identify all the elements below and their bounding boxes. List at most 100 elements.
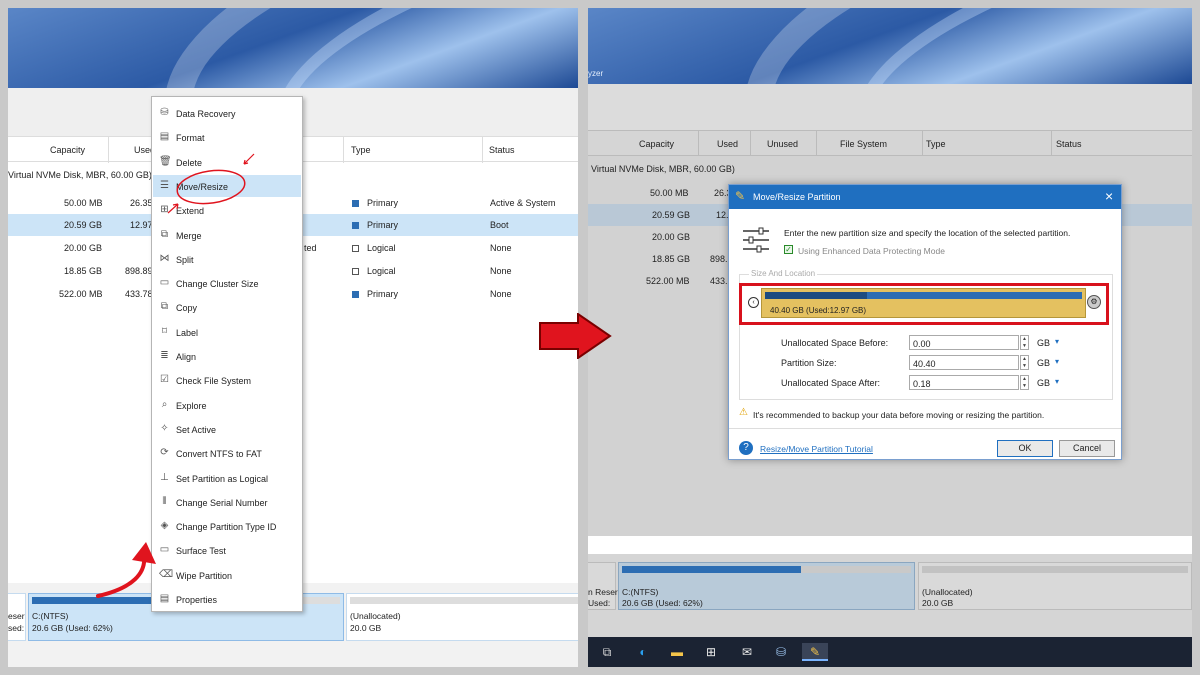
menu-item-convert[interactable]: ⟳ Convert NTFS to FAT bbox=[153, 442, 301, 464]
menu-item-set-active[interactable]: ✧ Set Active bbox=[153, 418, 301, 440]
status-cell: None bbox=[490, 243, 512, 253]
move-resize-dialog: ✎ Move/Resize Partition × Enter the new … bbox=[728, 184, 1122, 460]
disk-map-unallocated[interactable]: (Unallocated) 20.0 GB bbox=[346, 593, 578, 641]
toolbar-area bbox=[588, 84, 1192, 130]
partition-wizard-icon[interactable]: ✎ bbox=[802, 643, 828, 661]
unit-dropdown-icon[interactable]: ▾ bbox=[1055, 337, 1059, 346]
enhanced-mode-checkbox[interactable]: ✓ bbox=[784, 245, 793, 254]
menu-item-properties[interactable]: ▤ Properties bbox=[153, 588, 301, 610]
menu-item-label: Data Recovery bbox=[176, 109, 236, 119]
instruction-text: Enter the new partition size and specify… bbox=[784, 228, 1071, 238]
check-file-system-icon: ☑ bbox=[160, 374, 169, 386]
capacity-cell: 50.00 MB bbox=[64, 198, 103, 208]
partition-table-header: Capacity Used Unused File System Type St… bbox=[588, 130, 1192, 157]
menu-item-label: Set Partition as Logical bbox=[176, 473, 269, 484]
disk-map-c-partition[interactable]: C:(NTFS) 20.6 GB (Used: 62%) bbox=[618, 562, 915, 610]
column-capacity[interactable]: Capacity bbox=[50, 145, 85, 155]
left-screenshot: Capacity Used Type Status Virtual NVMe D… bbox=[8, 8, 578, 667]
menu-item-data-recovery[interactable]: ⛁ Data Recovery bbox=[153, 102, 301, 124]
capacity-cell: 20.00 GB bbox=[64, 243, 103, 253]
used-cell: 433.78 bbox=[125, 289, 153, 299]
help-icon[interactable]: ? bbox=[739, 441, 753, 455]
edge-icon[interactable]: ◐ bbox=[634, 643, 652, 661]
menu-item-label: Convert NTFS to FAT bbox=[176, 449, 262, 460]
capacity-cell: 20.59 GB bbox=[64, 220, 103, 230]
menu-item-explore[interactable]: ⌕ Explore bbox=[153, 394, 301, 416]
menu-item-wipe[interactable]: ⌫ Wipe Partition bbox=[153, 564, 301, 586]
menu-item-serial-number[interactable]: ⦀ Change Serial Number bbox=[153, 491, 301, 513]
close-icon[interactable]: × bbox=[1105, 188, 1113, 204]
dialog-title: Move/Resize Partition bbox=[753, 192, 841, 202]
transition-arrow-icon bbox=[539, 313, 612, 359]
column-file-system[interactable]: File System bbox=[840, 139, 887, 149]
tutorial-link[interactable]: Resize/Move Partition Tutorial bbox=[760, 444, 873, 454]
field-label: Partition Size: bbox=[781, 358, 837, 368]
disk-map-reserved[interactable]: n Reser Used: bbox=[588, 562, 618, 610]
field-label: Unallocated Space Before: bbox=[781, 338, 889, 348]
menu-item-type-id[interactable]: ◈ Change Partition Type ID bbox=[153, 515, 301, 537]
cancel-button[interactable]: Cancel bbox=[1059, 440, 1115, 457]
menu-item-format[interactable]: ▤ Format bbox=[153, 126, 301, 148]
disk-tool-icon[interactable]: ⛁ bbox=[772, 643, 790, 661]
checkbox-label: Using Enhanced Data Protecting Mode bbox=[798, 246, 945, 256]
column-used[interactable]: Used bbox=[717, 139, 738, 149]
unit-dropdown-icon[interactable]: ▾ bbox=[1055, 377, 1059, 386]
disk-map: n Reser Used: C:(NTFS) 20.6 GB (Used: 62… bbox=[588, 554, 1192, 637]
column-type[interactable]: Type bbox=[351, 145, 371, 155]
disk-row[interactable]: Virtual NVMe Disk, MBR, 60.00 GB) bbox=[588, 158, 1192, 180]
explore-icon: ⌕ bbox=[161, 398, 168, 410]
capacity-cell: 18.85 GB bbox=[652, 254, 691, 264]
menu-item-align[interactable]: ≣ Align bbox=[153, 345, 301, 367]
delete-icon: 🗑 bbox=[159, 155, 172, 167]
store-icon[interactable]: ⊞ bbox=[702, 643, 720, 661]
menu-item-label[interactable]: ⌑ Label bbox=[153, 321, 301, 343]
unit-label: GB bbox=[1037, 358, 1051, 368]
used-cell: 26.35 bbox=[130, 198, 153, 208]
label-icon: ⌑ bbox=[161, 325, 168, 337]
usage-bar bbox=[922, 566, 1188, 573]
warning-icon: ⚠ bbox=[739, 407, 748, 418]
menu-item-label: Format bbox=[176, 133, 205, 144]
menu-item-extend[interactable]: ⊞ Extend bbox=[153, 199, 301, 221]
menu-item-delete[interactable]: 🗑 Delete bbox=[153, 151, 301, 173]
capacity-cell: 20.00 GB bbox=[652, 232, 691, 242]
menu-item-split[interactable]: ⋈ Split bbox=[153, 248, 301, 270]
column-unused[interactable]: Unused bbox=[767, 139, 798, 149]
unallocated-before-input[interactable]: 0.00 bbox=[909, 335, 1019, 350]
stepper-icon[interactable]: ▲ ▼ bbox=[1020, 375, 1029, 390]
primary-partition-icon bbox=[352, 291, 359, 298]
column-status[interactable]: Status bbox=[1056, 139, 1082, 149]
task-view-icon[interactable]: ⧉ bbox=[598, 643, 616, 661]
column-capacity[interactable]: Capacity bbox=[639, 139, 674, 149]
partition-size-input[interactable]: 40.40 bbox=[909, 355, 1019, 370]
menu-item-copy[interactable]: ⧉ Copy bbox=[153, 296, 301, 318]
stepper-icon[interactable]: ▲ ▼ bbox=[1020, 335, 1029, 350]
disk-map-reserved[interactable]: eser sed: bbox=[8, 593, 26, 641]
unallocated-after-input[interactable]: 0.18 bbox=[909, 375, 1019, 390]
menu-item-set-logical[interactable]: ⊥ Set Partition as Logical bbox=[153, 467, 301, 489]
menu-item-cluster-size[interactable]: ▭ Change Cluster Size bbox=[153, 272, 301, 294]
column-status[interactable]: Status bbox=[489, 145, 515, 155]
app-banner bbox=[8, 8, 578, 88]
column-type[interactable]: Type bbox=[926, 139, 946, 149]
menu-item-surface-test[interactable]: ▭ Surface Test bbox=[153, 539, 301, 561]
unit-dropdown-icon[interactable]: ▾ bbox=[1055, 357, 1059, 366]
type-cell: Logical bbox=[352, 243, 396, 253]
mail-icon[interactable]: ✉ bbox=[738, 643, 756, 661]
menu-item-merge[interactable]: ⧉ Merge bbox=[153, 224, 301, 246]
app-banner: yzer bbox=[588, 8, 1192, 84]
disk-map-unallocated[interactable]: (Unallocated) 20.0 GB bbox=[918, 562, 1192, 610]
surface-test-icon: ▭ bbox=[159, 544, 170, 556]
menu-item-label: Properties bbox=[176, 595, 218, 605]
stepper-icon[interactable]: ▲ ▼ bbox=[1020, 355, 1029, 370]
menu-item-check-file-system[interactable]: ☑ Check File System bbox=[153, 369, 301, 391]
disk-label: Virtual NVMe Disk, MBR, 60.00 GB) bbox=[591, 164, 735, 174]
partition-context-menu: ⛁ Data Recovery ▤ Format 🗑 Delete ☰ Move/Resize… bbox=[151, 96, 303, 612]
ok-button[interactable]: OK bbox=[997, 440, 1053, 457]
file-explorer-icon[interactable]: ▬ bbox=[668, 643, 686, 661]
partition-wizard-icon: ✎ bbox=[735, 189, 746, 203]
logical-partition-icon bbox=[352, 268, 359, 275]
menu-item-label: Split bbox=[176, 254, 194, 265]
menu-item-move-resize[interactable]: ☰ Move/Resize bbox=[153, 174, 301, 197]
copy-icon: ⧉ bbox=[160, 301, 169, 313]
